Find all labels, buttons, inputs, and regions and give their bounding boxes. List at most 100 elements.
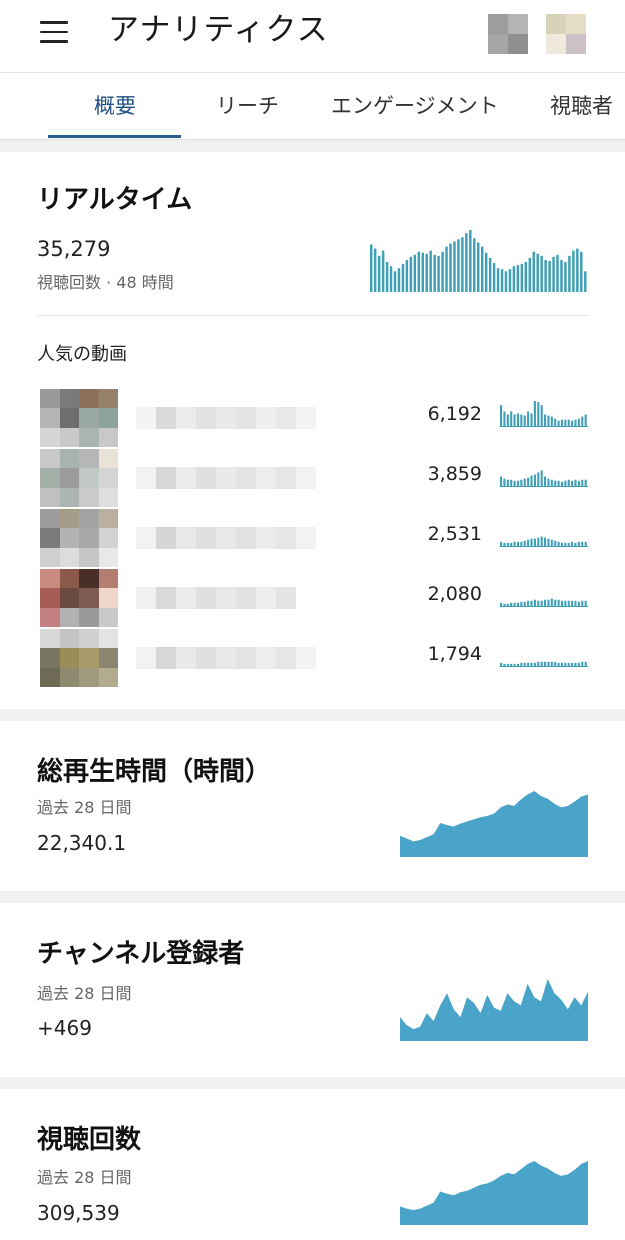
realtime-views-value: 35,279 bbox=[37, 237, 111, 261]
video-row[interactable]: 1,794 bbox=[0, 629, 625, 687]
chart-bar bbox=[550, 539, 553, 547]
chart-bar bbox=[576, 248, 579, 292]
chart-bar bbox=[381, 250, 385, 292]
chart-bar bbox=[547, 478, 550, 487]
chart-bar bbox=[445, 246, 448, 292]
chart-bar bbox=[503, 411, 506, 427]
chart-bar bbox=[421, 252, 424, 292]
subscribers-value: +469 bbox=[37, 1016, 92, 1040]
chart-bar bbox=[510, 411, 513, 427]
chart-bar bbox=[523, 415, 526, 427]
chart-bar bbox=[533, 401, 536, 427]
chart-bar bbox=[584, 479, 587, 487]
video-view-count: 2,531 bbox=[427, 523, 482, 545]
views-area-chart bbox=[400, 1161, 588, 1225]
chart-bar bbox=[503, 478, 506, 487]
chart-bar bbox=[527, 477, 530, 487]
chart-bar bbox=[533, 538, 536, 547]
account-avatar-icon[interactable] bbox=[488, 14, 528, 54]
views-card[interactable]: 視聴回数 過去 28 日間 309,539 bbox=[0, 1089, 625, 1240]
chart-bar bbox=[506, 414, 509, 427]
chart-bar bbox=[516, 265, 520, 292]
hamburger-menu-icon[interactable] bbox=[40, 21, 68, 43]
chart-bar bbox=[512, 266, 516, 292]
video-row[interactable]: 2,080 bbox=[0, 569, 625, 627]
chart-bar bbox=[393, 271, 397, 292]
video-thumbnail bbox=[40, 389, 118, 447]
popular-videos-label: 人気の動画 bbox=[37, 344, 127, 365]
chart-bar bbox=[527, 411, 530, 427]
page-title: アナリティクス bbox=[108, 12, 329, 48]
chart-bar bbox=[425, 253, 428, 292]
realtime-title: リアルタイム bbox=[37, 185, 193, 215]
video-bar-chart bbox=[500, 661, 588, 667]
chart-bar bbox=[581, 479, 584, 487]
video-row[interactable]: 2,531 bbox=[0, 509, 625, 567]
video-row[interactable]: 6,192 bbox=[0, 389, 625, 447]
chart-bar bbox=[484, 252, 488, 292]
chart-bar bbox=[465, 233, 468, 292]
tab-reach[interactable]: リーチ bbox=[216, 73, 279, 141]
subscribers-card[interactable]: チャンネル登録者 過去 28 日間 +469 bbox=[0, 903, 625, 1077]
chart-bar bbox=[437, 255, 440, 292]
chart-bar bbox=[461, 237, 464, 292]
watch-time-title: 総再生時間（時間） bbox=[37, 757, 272, 787]
chart-bar bbox=[449, 243, 452, 292]
chart-bar bbox=[547, 538, 550, 547]
chart-area bbox=[400, 979, 588, 1041]
chart-bar bbox=[532, 251, 535, 292]
views-title: 視聴回数 bbox=[37, 1125, 142, 1155]
app-bar: アナリティクス bbox=[0, 0, 625, 72]
watch-time-value: 22,340.1 bbox=[37, 831, 127, 855]
chart-bar bbox=[580, 251, 583, 292]
chart-bar bbox=[550, 598, 553, 607]
video-title-redacted bbox=[136, 587, 296, 609]
chart-bar bbox=[533, 474, 536, 487]
video-title-redacted bbox=[136, 647, 316, 669]
video-row[interactable]: 3,859 bbox=[0, 449, 625, 507]
watch-time-period: 過去 28 日間 bbox=[37, 798, 132, 817]
chart-bar bbox=[540, 255, 543, 292]
chart-bar bbox=[574, 479, 577, 487]
realtime-card[interactable]: リアルタイム 35,279 視聴回数 · 48 時間 人気の動画 6,192 3… bbox=[0, 152, 625, 709]
chart-area bbox=[400, 791, 588, 857]
video-thumbnail bbox=[40, 509, 118, 567]
chart-bar bbox=[429, 250, 432, 292]
watch-time-card[interactable]: 総再生時間（時間） 過去 28 日間 22,340.1 bbox=[0, 721, 625, 891]
chart-bar bbox=[530, 413, 533, 427]
chart-bar bbox=[577, 418, 580, 427]
chart-bar bbox=[560, 259, 563, 292]
chart-bar bbox=[556, 254, 559, 292]
video-thumbnail bbox=[40, 449, 118, 507]
chart-bar bbox=[567, 479, 570, 487]
chart-bar bbox=[564, 262, 567, 292]
chart-bar bbox=[537, 537, 540, 547]
chart-bar bbox=[533, 599, 536, 607]
chart-bar bbox=[550, 416, 553, 427]
chart-bar bbox=[574, 419, 577, 427]
chart-bar bbox=[401, 264, 405, 292]
chart-bar bbox=[540, 405, 543, 427]
chart-bar bbox=[433, 254, 436, 292]
watch-time-area-chart bbox=[400, 791, 588, 857]
channel-avatar-icon[interactable] bbox=[546, 14, 586, 54]
chart-bar bbox=[584, 414, 587, 427]
chart-bar bbox=[513, 414, 516, 427]
video-title-redacted bbox=[136, 407, 316, 429]
chart-bar bbox=[453, 241, 456, 292]
chart-bar bbox=[520, 264, 524, 292]
tab-engagement[interactable]: エンゲージメント bbox=[331, 73, 499, 141]
tab-audience[interactable]: 視聴者 bbox=[550, 73, 613, 141]
chart-bar bbox=[564, 419, 567, 427]
chart-bar bbox=[528, 257, 532, 292]
chart-bar bbox=[385, 262, 389, 292]
chart-bar bbox=[554, 418, 557, 427]
chart-bar bbox=[500, 405, 503, 427]
chart-bar bbox=[581, 416, 584, 427]
chart-bar bbox=[441, 251, 444, 292]
realtime-subtitle: 視聴回数 · 48 時間 bbox=[37, 273, 174, 292]
chart-bar bbox=[560, 419, 564, 427]
chart-bar bbox=[405, 259, 409, 292]
video-bar-chart bbox=[500, 536, 588, 547]
tab-overview[interactable]: 概要 bbox=[94, 73, 136, 141]
